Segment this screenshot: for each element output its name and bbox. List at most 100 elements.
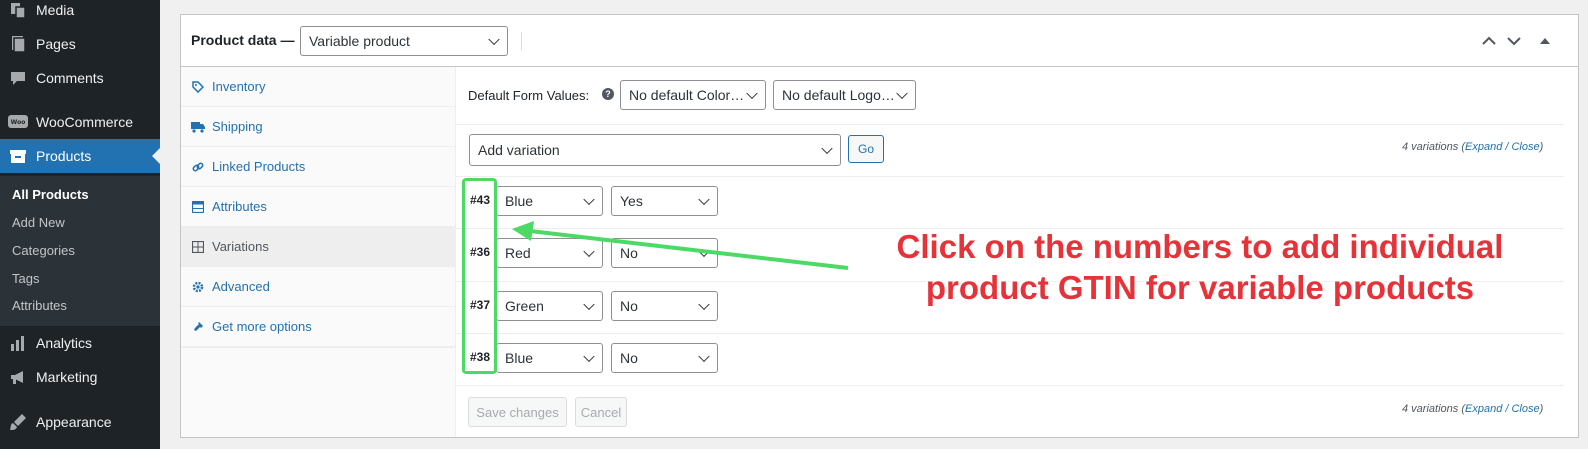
variation-logo-select[interactable]: Yes <box>611 186 718 216</box>
variation-color-value: Blue <box>505 350 534 366</box>
chevron-down-icon <box>896 87 908 100</box>
comments-icon <box>8 68 28 88</box>
menu-label-appearance: Appearance <box>36 414 112 430</box>
menu-label-pages: Pages <box>36 36 76 52</box>
tab-advanced[interactable]: Advanced <box>181 267 456 307</box>
chevron-down-icon <box>698 350 710 363</box>
expand-link[interactable]: Expand <box>1465 403 1502 415</box>
variations-count-text: 4 variations <box>1402 141 1459 153</box>
variation-logo-select[interactable]: No <box>611 343 718 373</box>
default-color-select[interactable]: No default Color… <box>620 80 766 110</box>
tab-inventory[interactable]: Inventory <box>181 67 456 107</box>
tab-label-attributes: Attributes <box>212 199 267 214</box>
pages-icon <box>8 34 28 54</box>
product-type-value: Variable product <box>309 33 410 49</box>
menu-label-woocommerce: WooCommerce <box>36 114 133 130</box>
caret-up-icon <box>1540 38 1550 44</box>
product-data-header: Product data — Variable product <box>181 15 1578 67</box>
menu-item-marketing[interactable]: Marketing <box>0 360 160 394</box>
menu-item-analytics[interactable]: Analytics <box>0 326 160 360</box>
variation-color-select[interactable]: Blue <box>496 186 603 216</box>
woocommerce-icon: Woo <box>8 112 28 132</box>
tab-attributes[interactable]: Attributes <box>181 187 456 227</box>
variation-color-select[interactable]: Red <box>496 238 603 268</box>
menu-item-media[interactable]: Media <box>0 0 160 27</box>
add-variation-value: Add variation <box>478 142 560 158</box>
submenu-add-new[interactable]: Add New <box>12 215 65 230</box>
menu-item-pages[interactable]: Pages <box>0 27 160 61</box>
submenu-attributes[interactable]: Attributes <box>12 298 67 313</box>
products-icon <box>8 146 28 166</box>
chevron-down-icon <box>488 33 500 46</box>
variation-row[interactable]: #38 Blue No <box>456 333 1564 386</box>
tab-label-linked-products: Linked Products <box>212 159 306 174</box>
chevron-up-icon <box>1482 36 1496 45</box>
add-variation-row: Add variation Go 4 variations (Expand / … <box>456 124 1564 177</box>
variations-count-bottom: 4 variations (Expand / Close) <box>1402 403 1544 415</box>
tab-label-advanced: Advanced <box>212 279 270 294</box>
add-variation-select[interactable]: Add variation <box>469 134 841 166</box>
variation-logo-value: No <box>620 298 638 314</box>
variation-logo-value: No <box>620 350 638 366</box>
variation-logo-value: No <box>620 245 638 261</box>
menu-label-media: Media <box>36 2 75 18</box>
annotation-line-1: Click on the numbers to add individual <box>896 228 1504 265</box>
help-icon[interactable]: ? <box>602 88 614 100</box>
tab-label-inventory: Inventory <box>212 79 266 94</box>
default-logo-select[interactable]: No default Logo… <box>773 80 916 110</box>
variation-logo-select[interactable]: No <box>611 291 718 321</box>
variation-color-value: Red <box>505 245 531 261</box>
svg-text:Woo: Woo <box>11 119 26 126</box>
analytics-icon <box>8 333 28 353</box>
menu-item-products[interactable]: Products <box>0 139 160 173</box>
chevron-down-icon <box>1507 37 1521 46</box>
tab-shipping[interactable]: Shipping <box>181 107 456 147</box>
menu-item-comments[interactable]: Comments <box>0 61 160 95</box>
truck-icon <box>191 120 205 134</box>
close-link[interactable]: Close <box>1511 403 1539 415</box>
plugin-icon <box>191 320 205 334</box>
variation-color-select[interactable]: Green <box>496 291 603 321</box>
chevron-down-icon <box>583 350 595 363</box>
chevron-down-icon <box>583 245 595 258</box>
product-data-tabs: Inventory Shipping Linked Products Attri… <box>181 67 456 437</box>
cancel-button[interactable]: Cancel <box>575 397 627 427</box>
tab-get-more-options[interactable]: Get more options <box>181 307 456 347</box>
product-type-select[interactable]: Variable product <box>300 26 508 56</box>
chevron-down-icon <box>821 142 833 155</box>
submenu-all-products[interactable]: All Products <box>12 187 89 202</box>
variation-color-select[interactable]: Blue <box>496 343 603 373</box>
tab-linked-products[interactable]: Linked Products <box>181 147 456 187</box>
tab-label-get-more-options: Get more options <box>212 319 312 334</box>
variation-row[interactable]: #43 Blue Yes <box>456 176 1564 229</box>
variation-logo-value: Yes <box>620 193 643 209</box>
move-down-button[interactable] <box>1505 32 1523 50</box>
chevron-down-icon <box>746 87 758 100</box>
move-up-button[interactable] <box>1480 32 1498 50</box>
tab-label-shipping: Shipping <box>212 119 263 134</box>
tab-variations[interactable]: Variations <box>181 227 456 267</box>
menu-item-woocommerce[interactable]: Woo WooCommerce <box>0 105 160 139</box>
admin-sidebar: Media Pages Comments Woo WooCommerce Pro… <box>0 0 160 449</box>
menu-label-comments: Comments <box>36 70 104 86</box>
close-link[interactable]: Close <box>1511 141 1539 153</box>
annotation-text: Click on the numbers to add individual p… <box>840 226 1560 308</box>
menu-label-analytics: Analytics <box>36 335 93 351</box>
expand-link[interactable]: Expand <box>1465 141 1502 153</box>
submenu-categories[interactable]: Categories <box>12 243 75 258</box>
default-logo-value: No default Logo… <box>782 87 895 103</box>
toggle-panel-button[interactable] <box>1536 32 1554 50</box>
products-submenu: All Products Add New Categories Tags Att… <box>0 176 160 326</box>
variation-logo-select[interactable]: No <box>611 238 718 268</box>
menu-item-appearance[interactable]: Appearance <box>0 405 160 439</box>
save-changes-button[interactable]: Save changes <box>468 397 567 427</box>
media-icon <box>8 0 28 20</box>
tab-label-variations: Variations <box>212 239 269 254</box>
tabs-divider <box>181 347 456 348</box>
marketing-icon <box>8 367 28 387</box>
chevron-down-icon <box>583 298 595 311</box>
default-form-values-label: Default Form Values: <box>468 88 590 103</box>
go-button[interactable]: Go <box>848 135 884 163</box>
chevron-down-icon <box>583 193 595 206</box>
submenu-tags[interactable]: Tags <box>12 271 39 286</box>
